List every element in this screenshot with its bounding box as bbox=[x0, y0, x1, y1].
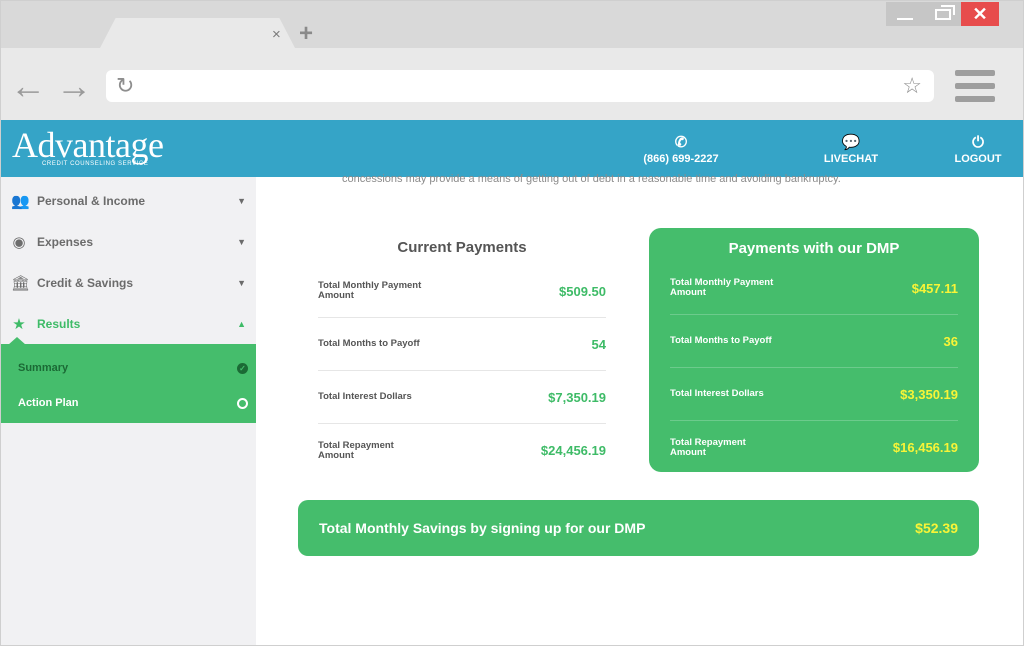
table-row: Total Repayment Amount $24,456.19 bbox=[318, 424, 606, 477]
dollar-coin-icon: ◉ bbox=[12, 233, 26, 251]
row-value: $3,350.19 bbox=[900, 386, 958, 402]
chevron-up-icon: ▲ bbox=[237, 318, 246, 329]
row-value: $457.11 bbox=[911, 280, 958, 296]
sidebar-subitem-action-plan[interactable]: Action Plan bbox=[0, 385, 256, 421]
sidebar-item-results[interactable]: ★ Results ▲ bbox=[0, 303, 256, 344]
results-submenu: Summary ✓ Action Plan bbox=[0, 344, 256, 423]
savings-banner: Total Monthly Savings by signing up for … bbox=[298, 500, 979, 556]
livechat-link[interactable]: 💬 LIVECHAT bbox=[820, 134, 882, 165]
chevron-down-icon: ▼ bbox=[237, 236, 246, 247]
browser-menu-icon[interactable] bbox=[955, 70, 995, 102]
browser-window: × + ✕ ← → ↻ ☆ Advantage CREDIT COUNSELIN… bbox=[0, 0, 1024, 646]
card-title: Current Payments bbox=[397, 239, 527, 256]
logo-text: Advantage bbox=[12, 125, 164, 165]
forward-arrow-icon[interactable]: → bbox=[56, 68, 92, 104]
new-tab-icon[interactable]: + bbox=[299, 20, 313, 48]
livechat-label: LIVECHAT bbox=[823, 153, 879, 165]
chevron-down-icon: ▼ bbox=[237, 195, 246, 206]
row-label: Total Months to Payoff bbox=[318, 338, 420, 349]
row-label: Total Monthly Payment Amount bbox=[318, 280, 422, 301]
phone-number: (866) 699-2227 bbox=[643, 153, 719, 165]
row-value: $24,456.19 bbox=[540, 443, 606, 458]
row-label: Total Months to Payoff bbox=[670, 335, 772, 346]
chevron-down-icon: ▼ bbox=[237, 277, 246, 288]
restore-icon bbox=[935, 4, 955, 20]
sidebar-item-credit-savings[interactable]: 🏛 Credit & Savings ▼ bbox=[0, 262, 256, 303]
menu-bar bbox=[955, 70, 995, 76]
minimize-icon bbox=[897, 18, 913, 20]
savings-value: $52.39 bbox=[915, 520, 958, 536]
sidebar-item-label: Results bbox=[37, 316, 81, 331]
subitem-label: Summary bbox=[18, 362, 69, 374]
table-row: Total Months to Payoff 36 bbox=[670, 315, 958, 368]
logout-label: LOGOUT bbox=[954, 153, 1002, 165]
minimize-button[interactable] bbox=[886, 2, 924, 26]
sidebar-item-label: Credit & Savings bbox=[37, 275, 134, 290]
row-label: Total Interest Dollars bbox=[318, 391, 412, 402]
sidebar-subitem-summary[interactable]: Summary ✓ bbox=[0, 350, 256, 386]
row-label: Total Repayment Amount bbox=[318, 439, 394, 461]
phone-link[interactable]: ✆ (866) 699-2227 bbox=[635, 134, 727, 165]
table-row: Total Repayment Amount $16,456.19 bbox=[670, 421, 958, 474]
table-row: Total Monthly Payment Amount $509.50 bbox=[318, 265, 606, 318]
current-payments-card: Current Payments Total Monthly Payment A… bbox=[318, 239, 606, 477]
card-title: Payments with our DMP bbox=[728, 240, 900, 257]
sidebar-item-label: Personal & Income bbox=[37, 193, 146, 208]
subitem-label: Action Plan bbox=[18, 397, 79, 409]
menu-bar bbox=[955, 96, 995, 102]
address-bar[interactable]: ↻ ☆ bbox=[106, 70, 934, 102]
table-row: Total Interest Dollars $7,350.19 bbox=[318, 371, 606, 424]
logout-link[interactable]: ⏻ LOGOUT bbox=[952, 134, 1004, 165]
savings-label: Total Monthly Savings by signing up for … bbox=[319, 520, 646, 536]
sidebar-item-personal-income[interactable]: 👥 Personal & Income ▼ bbox=[0, 180, 256, 221]
row-value: $7,350.19 bbox=[548, 389, 606, 405]
row-value: 36 bbox=[943, 333, 958, 349]
sidebar: 👥 Personal & Income ▼ ◉ Expenses ▼ 🏛 Cre… bbox=[0, 177, 256, 646]
power-icon: ⏻ bbox=[972, 134, 984, 151]
table-row: Total Interest Dollars $3,350.19 bbox=[670, 368, 958, 421]
close-window-button[interactable]: ✕ bbox=[961, 2, 999, 26]
row-label: Total Monthly Payment Amount bbox=[670, 277, 774, 298]
row-label: Total Repayment Amount bbox=[670, 436, 746, 458]
phone-icon: ✆ bbox=[674, 134, 688, 151]
maximize-button[interactable] bbox=[924, 2, 962, 26]
logo-subtext: CREDIT COUNSELING SERVICE bbox=[42, 161, 149, 167]
close-tab-icon[interactable]: × bbox=[272, 26, 281, 43]
row-value: $509.50 bbox=[559, 283, 606, 299]
table-row: Total Monthly Payment Amount $457.11 bbox=[670, 262, 958, 315]
app-header: Advantage CREDIT COUNSELING SERVICE ✆ (8… bbox=[0, 120, 1024, 177]
sidebar-item-label: Expenses bbox=[37, 234, 94, 249]
check-circle-icon: ✓ bbox=[237, 362, 248, 374]
back-arrow-icon[interactable]: ← bbox=[10, 68, 46, 104]
users-icon: 👥 bbox=[11, 192, 30, 210]
logo[interactable]: Advantage CREDIT COUNSELING SERVICE bbox=[12, 125, 164, 167]
browser-tab[interactable] bbox=[100, 18, 295, 48]
menu-bar bbox=[955, 83, 995, 89]
row-value: $16,456.19 bbox=[892, 440, 958, 455]
dmp-payments-card: Payments with our DMP Total Monthly Paym… bbox=[649, 228, 979, 472]
chat-bubbles-icon: 💬 bbox=[841, 134, 861, 151]
empty-circle-icon bbox=[237, 397, 248, 409]
sidebar-item-expenses[interactable]: ◉ Expenses ▼ bbox=[0, 221, 256, 262]
bookmark-star-icon[interactable]: ☆ bbox=[902, 73, 922, 99]
browser-toolbar: ← → ↻ ☆ bbox=[0, 48, 1024, 120]
table-row: Total Months to Payoff 54 bbox=[318, 318, 606, 371]
bank-icon: 🏛 bbox=[11, 274, 31, 292]
reload-icon[interactable]: ↻ bbox=[116, 73, 134, 99]
main-content: concessions may provide a means of getti… bbox=[256, 173, 1024, 646]
row-value: 54 bbox=[591, 336, 606, 352]
intro-text: concessions may provide a means of getti… bbox=[342, 173, 841, 185]
row-label: Total Interest Dollars bbox=[670, 388, 764, 399]
star-icon: ★ bbox=[12, 315, 26, 333]
tab-bar: × + ✕ bbox=[0, 0, 1024, 48]
